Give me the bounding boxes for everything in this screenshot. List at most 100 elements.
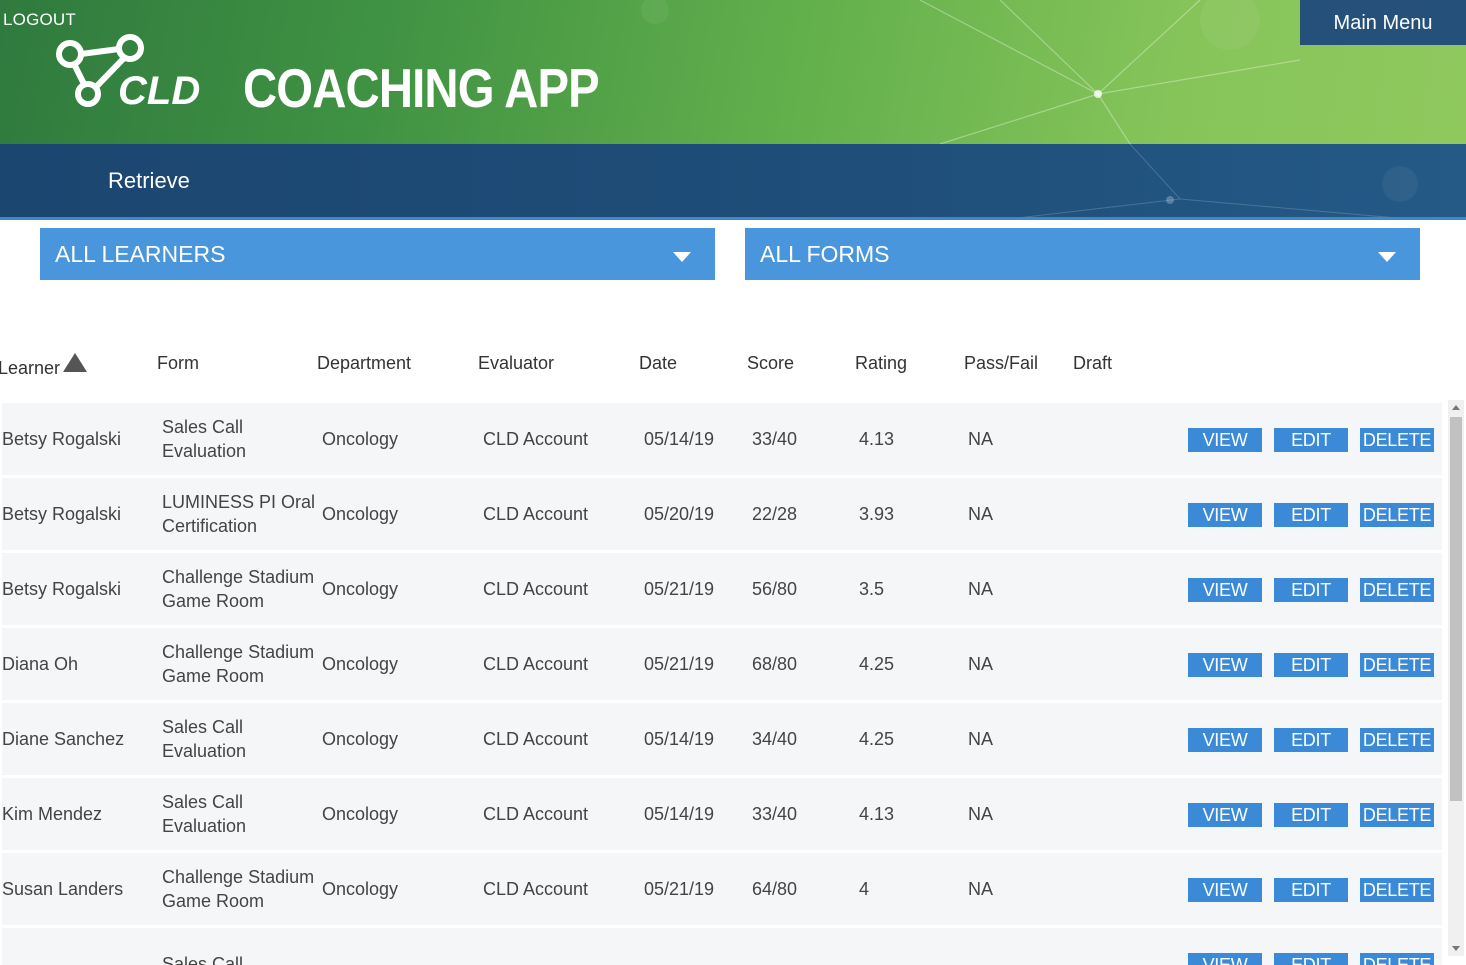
cell-evaluator: CLD Account [483,578,589,599]
cell-pass-fail: NA [968,653,994,674]
column-header-form[interactable]: Form [157,353,199,374]
cell-pass-fail: NA [968,803,994,824]
cell-department: Oncology [322,428,399,449]
table-row: Betsy Rogalski Challenge Stadium Game Roo… [2,553,1442,625]
cell-pass-fail: NA [968,728,994,749]
network-background-decoration [1021,144,1418,217]
cell-pass-fail: NA [968,428,994,449]
sort-ascending-icon [63,353,88,372]
form-filter-dropdown[interactable]: ALL FORMS [745,228,1420,280]
network-background-decoration [641,0,1301,144]
delete-button[interactable]: DELETE [1360,578,1434,602]
edit-button[interactable]: EDIT [1274,878,1348,902]
cell-pass-fail: NA [968,578,994,599]
cell-score: 34/40 [752,728,798,749]
edit-button[interactable]: EDIT [1274,653,1348,677]
logout-link[interactable]: LOGOUT [3,10,76,30]
cell-learner: Betsy Rogalski [2,578,122,599]
cell-date: 05/20/19 [644,503,715,524]
view-button[interactable]: VIEW [1188,653,1262,677]
scroll-down-icon[interactable] [1452,946,1460,951]
cell-pass-fail: NA [968,878,994,899]
view-button[interactable]: VIEW [1188,803,1262,827]
cell-rating: 3.5 [859,578,885,599]
cell-score: 56/80 [752,578,798,599]
view-button[interactable]: VIEW [1188,953,1262,965]
app-title: COACHING APP [243,57,600,119]
cell-score: 33/40 [752,803,798,824]
cell-department: Oncology [322,653,399,674]
view-button[interactable]: VIEW [1188,578,1262,602]
scrollbar-thumb[interactable] [1450,417,1462,801]
view-button[interactable]: VIEW [1188,503,1262,527]
cell-form: Sales Call [162,954,244,965]
cell-learner: Betsy Rogalski [2,503,122,524]
view-button[interactable]: VIEW [1188,428,1262,452]
column-header-learner[interactable]: Learner [0,353,88,379]
form-filter-value: ALL FORMS [760,241,890,267]
learner-filter-dropdown[interactable]: ALL LEARNERS [40,228,715,280]
edit-button[interactable]: EDIT [1274,428,1348,452]
cell-score: 22/28 [752,503,798,524]
cell-form: Challenge Stadium Game Room [162,642,315,686]
table-scrollbar[interactable] [1448,400,1464,956]
column-header-score[interactable]: Score [747,353,794,374]
scroll-up-icon[interactable] [1452,405,1460,410]
column-header-evaluator[interactable]: Evaluator [478,353,554,374]
cell-evaluator: CLD Account [483,728,589,749]
results-table: Betsy Rogalski Sales Call Evaluation Oncol… [0,400,1446,965]
cell-learner: Diane Sanchez [2,728,125,749]
edit-button[interactable]: EDIT [1274,503,1348,527]
delete-button[interactable]: DELETE [1360,728,1434,752]
caret-down-icon [673,252,691,262]
page-subheader: Retrieve [0,144,1466,220]
cell-date: 05/14/19 [644,428,715,449]
cell-learner: Kim Mendez [2,803,103,824]
cell-form: Sales Call Evaluation [162,717,247,761]
edit-button[interactable]: EDIT [1274,953,1348,965]
cell-form: Challenge Stadium Game Room [162,567,315,611]
column-header-department[interactable]: Department [317,353,411,374]
edit-button[interactable]: EDIT [1274,578,1348,602]
view-button[interactable]: VIEW [1188,728,1262,752]
caret-down-icon [1378,252,1396,262]
learner-filter-value: ALL LEARNERS [55,241,226,267]
cell-form: LUMINESS PI Oral Certification [162,492,316,536]
cell-date: 05/21/19 [644,578,715,599]
cell-department: Oncology [322,503,399,524]
column-header-pass-fail[interactable]: Pass/Fail [964,353,1038,374]
cell-evaluator: CLD Account [483,803,589,824]
delete-button[interactable]: DELETE [1360,878,1434,902]
delete-button[interactable]: DELETE [1360,503,1434,527]
edit-button[interactable]: EDIT [1274,803,1348,827]
cell-score: 64/80 [752,878,798,899]
cell-evaluator: CLD Account [483,503,589,524]
column-header-date[interactable]: Date [639,353,677,374]
cell-form: Sales Call Evaluation [162,417,247,461]
table-row: Susan Landers Challenge Stadium Game Room… [2,853,1442,925]
cell-learner: Betsy Rogalski [2,428,122,449]
cell-rating: 3.93 [859,503,895,524]
table-row: Diana Oh Challenge Stadium Game Room Oncol… [2,628,1442,700]
view-button[interactable]: VIEW [1188,878,1262,902]
logo-wordmark: CLD [118,69,200,110]
cell-learner: Susan Landers [2,878,124,899]
table-row: Kim Mendez Sales Call Evaluation Oncology C… [2,778,1442,850]
cell-rating: 4.25 [859,728,895,749]
cell-rating: 4 [859,878,870,899]
app-header: LOGOUT CLD COACHING APP Main Menu [0,0,1466,144]
delete-button[interactable]: DELETE [1360,428,1434,452]
cell-date: 05/21/19 [644,653,715,674]
column-header-rating[interactable]: Rating [855,353,907,374]
cell-rating: 4.13 [859,803,895,824]
cell-score: 68/80 [752,653,798,674]
edit-button[interactable]: EDIT [1274,728,1348,752]
delete-button[interactable]: DELETE [1360,803,1434,827]
cell-form: Challenge Stadium Game Room [162,867,315,911]
cell-rating: 4.25 [859,653,895,674]
main-menu-button[interactable]: Main Menu [1300,0,1466,45]
delete-button[interactable]: DELETE [1360,953,1434,965]
delete-button[interactable]: DELETE [1360,653,1434,677]
column-header-draft[interactable]: Draft [1073,353,1112,374]
page-title: Retrieve [108,168,190,193]
